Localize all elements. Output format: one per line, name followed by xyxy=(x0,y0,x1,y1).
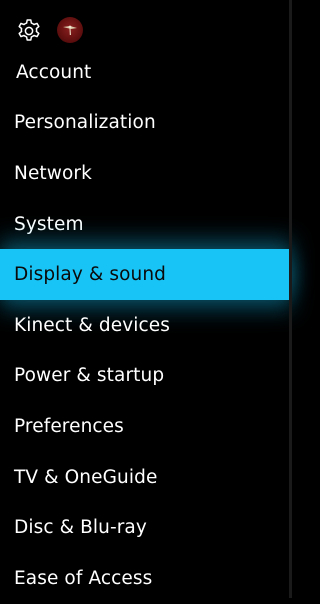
menu-item-ease-of-access[interactable]: Ease of Access xyxy=(0,553,292,604)
menu-item-preferences[interactable]: Preferences xyxy=(0,401,292,452)
menu-item-label: Account xyxy=(16,61,92,83)
menu-item-disc-bluray[interactable]: Disc & Blu-ray xyxy=(0,502,292,553)
settings-menu: Account Personalization Network System D… xyxy=(0,47,292,604)
menu-item-kinect-devices[interactable]: Kinect & devices xyxy=(0,300,292,351)
menu-item-display-sound[interactable]: Display & sound xyxy=(0,249,292,300)
menu-item-power-startup[interactable]: Power & startup xyxy=(0,351,292,402)
menu-item-label: Personalization xyxy=(14,112,156,134)
avatar-icon xyxy=(63,25,77,35)
menu-item-label: Kinect & devices xyxy=(14,314,170,336)
menu-item-label: Network xyxy=(14,162,92,184)
menu-item-tv-oneguide[interactable]: TV & OneGuide xyxy=(0,452,292,503)
menu-item-label: System xyxy=(14,213,84,235)
menu-item-label: Disc & Blu-ray xyxy=(14,517,147,539)
menu-item-label: TV & OneGuide xyxy=(14,466,158,488)
menu-item-system[interactable]: System xyxy=(0,199,292,250)
avatar[interactable] xyxy=(57,17,83,43)
gear-icon[interactable] xyxy=(16,17,42,43)
panel-edge xyxy=(289,0,292,598)
menu-item-account[interactable]: Account xyxy=(0,47,292,98)
menu-item-label: Preferences xyxy=(14,415,124,437)
menu-item-personalization[interactable]: Personalization xyxy=(0,98,292,149)
menu-item-label: Power & startup xyxy=(14,365,165,387)
menu-item-label: Ease of Access xyxy=(14,567,153,589)
menu-item-label: Display & sound xyxy=(14,264,167,286)
menu-item-network[interactable]: Network xyxy=(0,148,292,199)
